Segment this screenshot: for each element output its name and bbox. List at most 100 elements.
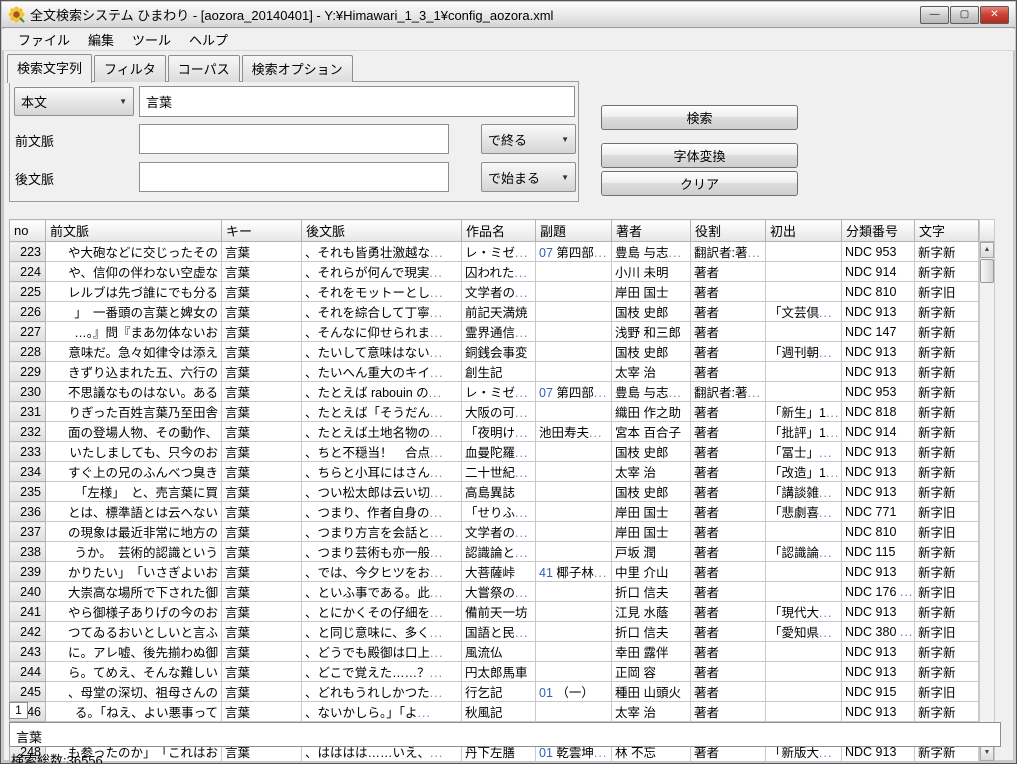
table-row[interactable]: 244ら。てめえ、そんな難しい言葉、どこで覚えた……？...円太郎馬車正岡 容著… bbox=[10, 662, 979, 682]
table-row[interactable]: 226」 一番頭の言葉と婢女の言葉、それを綜合して丁寧...前記天満焼国枝 史郎… bbox=[10, 302, 979, 322]
cell-著者: 戸坂 潤 bbox=[612, 542, 691, 562]
scroll-up-button[interactable]: ▲ bbox=[980, 242, 994, 258]
tab-filter[interactable]: フィルタ bbox=[94, 55, 166, 82]
cell-著者: 正岡 容 bbox=[612, 662, 691, 682]
cell-no: 237 bbox=[10, 522, 46, 542]
cell-キー: 言葉 bbox=[222, 262, 302, 282]
cell-no: 239 bbox=[10, 562, 46, 582]
column-header-2[interactable]: キー bbox=[222, 220, 302, 242]
search-panel: 本文 ▼ 前文脈 で終る ▼ 後文脈 で始まる ▼ bbox=[9, 81, 579, 202]
table-row[interactable]: 229きずり込まれた五、六行の言葉、たいへん重大のキイ...創生記太宰 治著者N… bbox=[10, 362, 979, 382]
table-row[interactable]: 232面の登場人物、その動作、言葉、たとえば土地名物の...「夜明け...池田寿… bbox=[10, 422, 979, 442]
clear-button[interactable]: クリア bbox=[601, 171, 798, 196]
next-context-match-value: で始まる bbox=[488, 168, 540, 187]
table-row[interactable]: 224や、信仰の伴わない空虚な言葉、それらが何んで現実...囚われた...小川 … bbox=[10, 262, 979, 282]
cell-作品名: 行乞記 bbox=[462, 682, 536, 702]
cell-no: 228 bbox=[10, 342, 46, 362]
table-row[interactable]: 225レルブは先づ誰にでも分る言葉、それをモットーとし...文学者の...岸田 … bbox=[10, 282, 979, 302]
title-bar[interactable]: 全文検索システム ひまわり - [aozora_20140401] - Y:¥H… bbox=[2, 2, 1015, 28]
cell-作品名: 国語と民... bbox=[462, 622, 536, 642]
menu-file[interactable]: ファイル bbox=[10, 28, 78, 51]
prev-context-label: 前文脈 bbox=[15, 131, 54, 150]
vertical-scroll-track[interactable] bbox=[980, 258, 994, 745]
vertical-scroll-thumb[interactable] bbox=[980, 259, 994, 283]
column-header-8[interactable]: 初出 bbox=[766, 220, 842, 242]
cell-キー: 言葉 bbox=[222, 362, 302, 382]
menu-tools[interactable]: ツール bbox=[124, 28, 179, 51]
table-row[interactable]: 227…。』問『まあ勿体ないお言葉、そんなに仰せられま...霊界通信...浅野 … bbox=[10, 322, 979, 342]
cell-副題 bbox=[536, 642, 612, 662]
table-row[interactable]: 233いたしましても、只今のお言葉、ちと不穏当！ 合点...血曼陀羅...国枝 … bbox=[10, 442, 979, 462]
cell-no: 227 bbox=[10, 322, 46, 342]
column-header-10[interactable]: 文字 bbox=[915, 220, 979, 242]
cell-役割: 著者 bbox=[691, 282, 766, 302]
table-row[interactable]: 238うか。 芸術的認識という言葉、つまり芸術も亦一般...認識論と...戸坂 … bbox=[10, 542, 979, 562]
table-row[interactable]: 235「左様」 と、売言葉に買言葉、つい松太郎は云い切...高島異誌国枝 史郎著… bbox=[10, 482, 979, 502]
cell-no: 241 bbox=[10, 602, 46, 622]
cell-著者: 太宰 治 bbox=[612, 702, 691, 722]
cell-キー: 言葉 bbox=[222, 442, 302, 462]
table-row[interactable]: 242つてゐるおいとしいと言ふ言葉、と同じ意味に、多く...国語と民...折口 … bbox=[10, 622, 979, 642]
cell-作品名: 銅銭会事変 bbox=[462, 342, 536, 362]
table-row[interactable]: 234すぐ上の兄のふんべつ臭き言葉、ちらと小耳にはさん...二十世紀...太宰 … bbox=[10, 462, 979, 482]
cell-分類番号: NDC 953 bbox=[842, 242, 915, 262]
column-header-6[interactable]: 著者 bbox=[612, 220, 691, 242]
table-row[interactable]: 230不思議なものはない。ある言葉、たとえば rabouin の...レ・ミゼ.… bbox=[10, 382, 979, 402]
menu-help[interactable]: ヘルプ bbox=[181, 28, 236, 51]
table-row[interactable]: 241やら御様子ありげの今のお言葉、とにかくその仔細を...備前天一坊江見 水蔭… bbox=[10, 602, 979, 622]
tab-search-options[interactable]: 検索オプション bbox=[242, 55, 353, 82]
column-header-4[interactable]: 作品名 bbox=[462, 220, 536, 242]
cell-キー: 言葉 bbox=[222, 522, 302, 542]
cell-著者: 国枝 史郎 bbox=[612, 302, 691, 322]
cell-初出 bbox=[766, 282, 842, 302]
glyph-convert-button[interactable]: 字体変換 bbox=[601, 143, 798, 168]
column-header-3[interactable]: 後文脈 bbox=[302, 220, 462, 242]
cell-著者: 小川 未明 bbox=[612, 262, 691, 282]
close-button[interactable]: ✕ bbox=[980, 6, 1009, 24]
prev-context-input[interactable] bbox=[139, 124, 449, 154]
cell-キー: 言葉 bbox=[222, 482, 302, 502]
table-row[interactable]: 228意味だ。急々如律令は添え言葉、たいして意味はない...銅銭会事変国枝 史郎… bbox=[10, 342, 979, 362]
next-context-label: 後文脈 bbox=[15, 169, 54, 188]
menu-edit[interactable]: 編集 bbox=[80, 28, 122, 51]
cell-役割: 著者 bbox=[691, 302, 766, 322]
table-row[interactable]: 223や大砲などに交じったその言葉、それも皆勇壮激越な...レ・ミゼ...07 … bbox=[10, 242, 979, 262]
cell-キー: 言葉 bbox=[222, 282, 302, 302]
next-context-input[interactable] bbox=[139, 162, 449, 192]
column-header-1[interactable]: 前文脈 bbox=[46, 220, 222, 242]
column-header-5[interactable]: 副題 bbox=[536, 220, 612, 242]
next-context-match-select[interactable]: で始まる ▼ bbox=[481, 162, 576, 192]
tab-corpus[interactable]: コーパス bbox=[168, 55, 240, 82]
vertical-scrollbar[interactable]: ▲ ▼ bbox=[979, 219, 995, 762]
minimize-button[interactable]: — bbox=[920, 6, 949, 24]
cell-作品名: 風流仏 bbox=[462, 642, 536, 662]
search-button[interactable]: 検索 bbox=[601, 105, 798, 130]
search-target-select[interactable]: 本文 ▼ bbox=[14, 87, 134, 116]
column-header-7[interactable]: 役割 bbox=[691, 220, 766, 242]
column-header-0[interactable]: no bbox=[10, 220, 46, 242]
table-row[interactable]: 240大崇高な場所で下された御言葉、といふ事である。此...大嘗祭の...折口 … bbox=[10, 582, 979, 602]
cell-初出: 「改造」1... bbox=[766, 462, 842, 482]
result-table: no前文脈キー後文脈作品名副題著者役割初出分類番号文字 223や大砲などに交じっ… bbox=[9, 219, 979, 762]
table-row[interactable]: 245、母堂の深切、祖母さんの言葉、どれもうれしかつた...行乞記01 （一）種… bbox=[10, 682, 979, 702]
cell-キー: 言葉 bbox=[222, 382, 302, 402]
column-header-9[interactable]: 分類番号 bbox=[842, 220, 915, 242]
tab-bar: 検索文字列フィルタコーパス検索オプション bbox=[7, 57, 355, 82]
cell-初出 bbox=[766, 562, 842, 582]
prev-context-match-select[interactable]: で終る ▼ bbox=[481, 124, 576, 154]
tab-search-string[interactable]: 検索文字列 bbox=[7, 54, 92, 83]
selected-text-field[interactable]: 言葉 bbox=[9, 722, 1001, 747]
cell-著者: 国枝 史郎 bbox=[612, 482, 691, 502]
table-row[interactable]: 237の現象は最近非常に地方の言葉、つまり方言を会話と...文学者の...岸田 … bbox=[10, 522, 979, 542]
table-row[interactable]: 243に。アレ嘘、後先揃わぬ御言葉、どうでも殿御は口上...風流仏幸田 露伴著者… bbox=[10, 642, 979, 662]
page-indicator[interactable]: 1 bbox=[9, 702, 28, 719]
table-row[interactable]: 231りぎった百姓言葉乃至田舎言葉、たとえば「そうだん...大阪の可...織田 … bbox=[10, 402, 979, 422]
cell-副題 bbox=[536, 322, 612, 342]
maximize-button[interactable]: ▢ bbox=[950, 6, 979, 24]
query-input[interactable] bbox=[139, 86, 575, 117]
table-row[interactable]: 246る。「ねえ、よい悪事って言葉、ないかしら。」「よ...秋風記太宰 治著者N… bbox=[10, 702, 979, 722]
table-row[interactable]: 236とは、標準語とは云へない言葉、つまり、作者自身の...「せりふ...岸田 … bbox=[10, 502, 979, 522]
table-row[interactable]: 239かりたい」 「いさぎよいお言葉、では、今夕ヒツをお...大菩薩峠41 椰子… bbox=[10, 562, 979, 582]
cell-作品名: 文学者の... bbox=[462, 522, 536, 542]
scroll-down-button[interactable]: ▼ bbox=[980, 745, 994, 761]
